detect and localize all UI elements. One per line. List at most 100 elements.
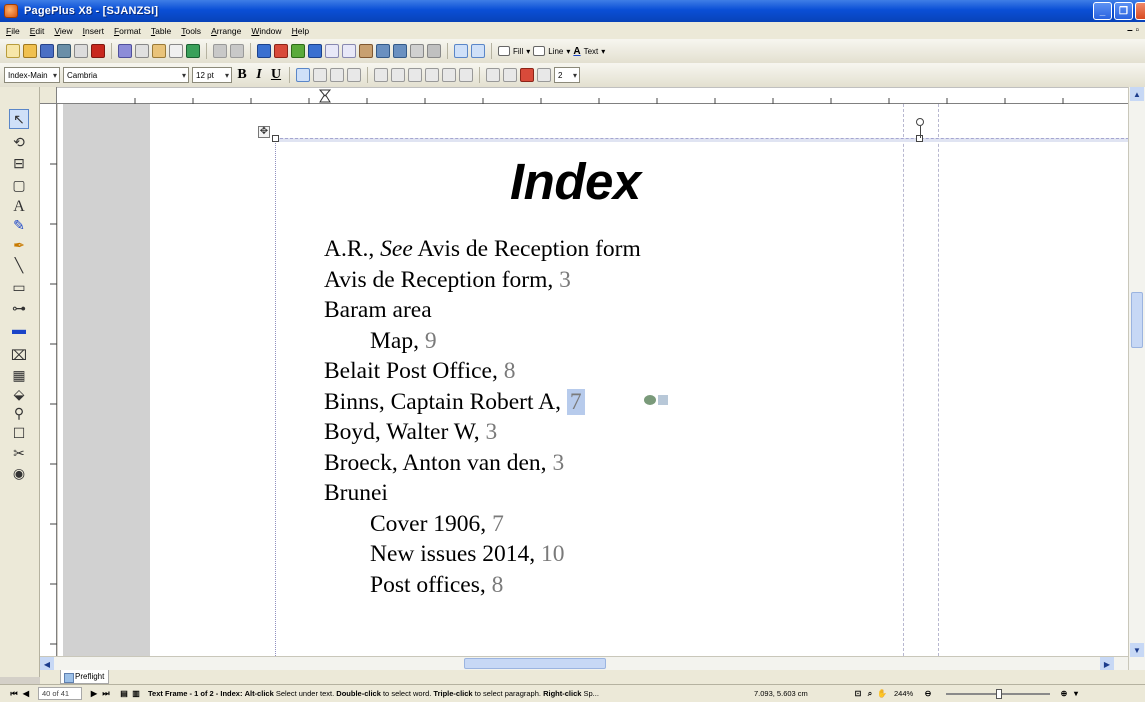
- align-center-icon[interactable]: [313, 68, 327, 82]
- font-size-select[interactable]: 12 pt: [192, 67, 232, 83]
- preflight-tab[interactable]: Preflight: [60, 670, 110, 684]
- ruler-origin[interactable]: [40, 87, 57, 104]
- pdf-icon[interactable]: [91, 44, 105, 58]
- menu-table[interactable]: Table: [151, 26, 171, 36]
- line-spacing-icon[interactable]: [442, 68, 456, 82]
- underline-button[interactable]: U: [269, 67, 283, 83]
- frame-move-handle-icon[interactable]: ✥: [258, 126, 270, 138]
- vertical-scrollbar[interactable]: ▲ ▼: [1128, 87, 1145, 670]
- pen-tool-icon[interactable]: ✒: [9, 235, 29, 255]
- menu-edit[interactable]: Edit: [30, 26, 45, 36]
- text-fit-icon[interactable]: [459, 68, 473, 82]
- format-painter-icon[interactable]: [169, 44, 183, 58]
- line-dropdown[interactable]: Line: [548, 47, 563, 56]
- shape-tool-icon[interactable]: ▭: [9, 277, 29, 297]
- zoom-slider-knob[interactable]: [996, 688, 1002, 699]
- numbering-icon[interactable]: [391, 68, 405, 82]
- first-page-icon[interactable]: ⏮: [8, 689, 20, 699]
- grid-icon[interactable]: [393, 44, 407, 58]
- highlight-icon[interactable]: [520, 68, 534, 82]
- text-frame-left-edge[interactable]: [275, 138, 277, 656]
- index-subentry[interactable]: New issues 2014, 10: [324, 539, 641, 570]
- menu-help[interactable]: Help: [292, 26, 309, 36]
- bring-to-front-icon[interactable]: [257, 44, 271, 58]
- text-style-select[interactable]: Index-Main: [4, 67, 60, 83]
- index-subentry[interactable]: Post offices, 8: [324, 570, 641, 601]
- text-tool-icon[interactable]: A: [9, 197, 29, 217]
- zoom-in-icon[interactable]: ⊕: [1058, 689, 1070, 698]
- cut-icon[interactable]: [118, 44, 132, 58]
- horizontal-ruler[interactable]: [40, 87, 1135, 105]
- text-color-icon[interactable]: A: [573, 46, 580, 57]
- back-one-icon[interactable]: [308, 44, 322, 58]
- gallery-tool-icon[interactable]: ▦: [9, 365, 29, 385]
- hyperlink-icon[interactable]: [427, 44, 441, 58]
- line-tool-icon[interactable]: ╲: [9, 255, 29, 275]
- align-left-icon[interactable]: [296, 68, 310, 82]
- zoom-out-icon[interactable]: ⊖: [922, 689, 934, 698]
- line-swatch-icon[interactable]: [533, 46, 546, 56]
- decrease-indent-icon[interactable]: [408, 68, 422, 82]
- index-entry[interactable]: Binns, Captain Robert A, 7: [324, 387, 641, 418]
- index-entry[interactable]: Baram area: [324, 295, 641, 326]
- rotate-handle-icon[interactable]: [916, 118, 924, 126]
- index-entries[interactable]: A.R., See Avis de Reception form Avis de…: [324, 234, 641, 600]
- text-color-dropdown[interactable]: Text: [584, 47, 599, 56]
- zoom-tool-icon[interactable]: ⌕: [864, 689, 876, 699]
- find-icon[interactable]: [359, 44, 373, 58]
- text-case-icon[interactable]: [503, 68, 517, 82]
- pan-tool-icon[interactable]: ✋: [876, 689, 888, 698]
- index-entry[interactable]: A.R., See Avis de Reception form: [324, 234, 641, 265]
- italic-button[interactable]: I: [252, 67, 266, 83]
- eraser-tool-icon[interactable]: ◉: [9, 463, 29, 483]
- open-icon[interactable]: [23, 44, 37, 58]
- master-page-icon[interactable]: ▥: [130, 689, 142, 698]
- page-indicator[interactable]: 40 of 41: [38, 687, 82, 700]
- index-entry[interactable]: Boyd, Walter W, 3: [324, 417, 641, 448]
- scroll-right-icon[interactable]: ▶: [1100, 657, 1114, 671]
- menu-insert[interactable]: Insert: [83, 26, 104, 36]
- minimize-button[interactable]: _: [1093, 2, 1112, 20]
- next-page-icon[interactable]: ▶: [88, 689, 100, 698]
- spell-check-icon[interactable]: [325, 44, 339, 58]
- new-icon[interactable]: [6, 44, 20, 58]
- menu-file[interactable]: File: [6, 26, 20, 36]
- previous-page-icon[interactable]: ◀: [20, 689, 32, 698]
- horizontal-scroll-thumb[interactable]: [464, 658, 606, 669]
- send-to-back-icon[interactable]: [274, 44, 288, 58]
- justify-icon[interactable]: [347, 68, 361, 82]
- zoom-slider[interactable]: [938, 688, 1058, 699]
- last-page-icon[interactable]: ⏭: [100, 689, 112, 699]
- index-entry[interactable]: Broeck, Anton van den, 3: [324, 448, 641, 479]
- settings-icon[interactable]: [410, 44, 424, 58]
- fill-swatch-icon[interactable]: [498, 46, 510, 56]
- selected-page-number[interactable]: 7: [566, 388, 585, 415]
- document-canvas[interactable]: ✥ Index A.R., See Avis de Reception form…: [58, 104, 1136, 656]
- index-entry[interactable]: Brunei: [324, 478, 641, 509]
- print-icon[interactable]: [57, 44, 71, 58]
- zoom-to-page-icon[interactable]: ⊡: [852, 689, 864, 698]
- transparency-tool-icon[interactable]: ⚲: [9, 403, 29, 423]
- font-name-select[interactable]: Cambria: [63, 67, 189, 83]
- pointer-tool-icon[interactable]: ↖: [9, 109, 29, 129]
- frame-tool-icon[interactable]: ▢: [9, 175, 29, 195]
- pencil-tool-icon[interactable]: ✎: [9, 215, 29, 235]
- index-entry[interactable]: Belait Post Office, 8: [324, 356, 641, 387]
- index-entry[interactable]: Avis de Reception form, 3: [324, 265, 641, 296]
- smart-tag-button[interactable]: [644, 393, 674, 407]
- page-manager-icon[interactable]: ▤: [118, 689, 130, 698]
- text-frame-top-edge[interactable]: [275, 138, 1136, 142]
- menu-tools[interactable]: Tools: [181, 26, 201, 36]
- vertical-ruler[interactable]: [40, 104, 57, 656]
- vertical-scroll-thumb[interactable]: [1131, 292, 1143, 348]
- menu-view[interactable]: View: [54, 26, 72, 36]
- picture-frame-tool-icon[interactable]: ⌧: [9, 345, 29, 365]
- scroll-left-icon[interactable]: ◀: [40, 657, 54, 671]
- forward-one-icon[interactable]: [291, 44, 305, 58]
- view-options-icon[interactable]: ▾: [1070, 689, 1082, 698]
- cutout-tool-icon[interactable]: ✂: [9, 443, 29, 463]
- paste-icon[interactable]: [152, 44, 166, 58]
- columns-icon[interactable]: [537, 68, 551, 82]
- align-right-icon[interactable]: [330, 68, 344, 82]
- table-tool-icon[interactable]: [454, 44, 468, 58]
